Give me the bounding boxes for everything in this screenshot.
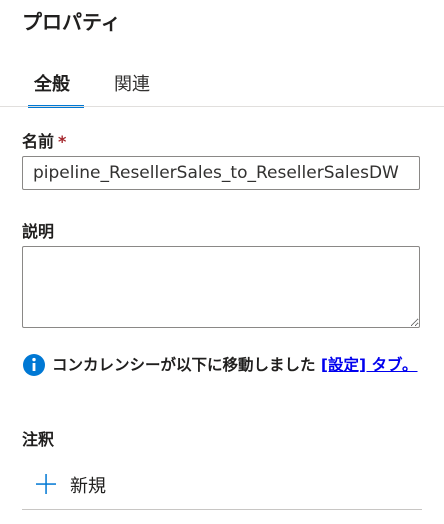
description-textarea[interactable] <box>22 246 420 328</box>
description-label: 説明 <box>22 222 55 241</box>
panel-title: プロパティ <box>22 10 121 34</box>
tab-general[interactable]: 全般 <box>34 70 70 106</box>
info-text: コンカレンシーが以下に移動しました [設定] タブ。 <box>52 354 422 377</box>
annotations-divider <box>22 509 422 510</box>
tab-bar: 全般 関連 <box>0 66 444 110</box>
tabs-divider <box>0 106 444 107</box>
settings-tab-link[interactable]: [設定] タブ。 <box>321 356 418 374</box>
info-icon <box>23 354 45 376</box>
plus-icon <box>36 474 56 494</box>
name-label-text: 名前 <box>22 132 55 151</box>
annotations-label: 注釈 <box>22 430 55 449</box>
info-message-text: コンカレンシーが以下に移動しました <box>52 356 321 374</box>
required-mark: * <box>58 132 67 151</box>
name-input[interactable] <box>22 156 420 190</box>
name-label: 名前 * <box>22 128 66 152</box>
tab-related[interactable]: 関連 <box>114 70 150 106</box>
add-annotation-label: 新規 <box>70 476 106 497</box>
